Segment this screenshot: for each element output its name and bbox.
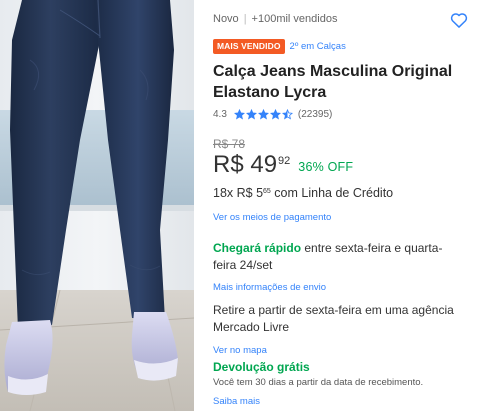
payment-methods-link[interactable]: Ver os meios de pagamento [213, 212, 331, 223]
product-image[interactable] [0, 0, 194, 411]
current-price: R$ 49 [213, 151, 278, 178]
star-icon [257, 109, 269, 120]
star-icon [281, 109, 293, 120]
view-map-link[interactable]: Ver no mapa [213, 345, 267, 356]
shipping-text: Chegará rápido entre sexta-feira e quart… [213, 240, 463, 274]
returns-text: Você tem 30 dias a partir da data de rec… [213, 377, 424, 388]
shipping-info-link[interactable]: Mais informações de envio [213, 282, 326, 293]
installments-method: com Linha de Crédito [270, 186, 394, 200]
returns-block: Devolução grátis Você tem 30 dias a part… [213, 360, 463, 409]
best-seller-row: MAIS VENDIDO 2º em Calças [213, 39, 346, 54]
favorite-button[interactable] [449, 10, 469, 30]
star-icon [245, 109, 257, 120]
jeans-product-photo [0, 0, 194, 411]
meta-separator: | [243, 13, 247, 25]
shipping-highlight: Chegará rápido [213, 241, 302, 255]
returns-title: Devolução grátis [213, 360, 310, 374]
product-title: Calça Jeans Masculina Original Elastano … [213, 63, 453, 101]
star-rating [233, 109, 293, 120]
product-info-panel: Novo | +100mil vendidos MAIS VENDIDO 2º em… [213, 0, 475, 411]
best-seller-badge: MAIS VENDIDO [213, 39, 285, 54]
returns-learn-more-link[interactable]: Saiba mais [213, 396, 260, 407]
star-icon [269, 109, 281, 120]
rating-score: 4.3 [213, 109, 227, 120]
category-ranking-link[interactable]: 2º em Calças [290, 41, 346, 52]
payment-methods-block: Ver os meios de pagamento [213, 207, 463, 225]
shipping-block: Chegará rápido entre sexta-feira e quart… [213, 240, 463, 295]
discount-label: 36% OFF [298, 160, 354, 174]
condition-label: Novo [213, 13, 239, 25]
current-price-cents: 92 [278, 155, 291, 167]
sold-count: +100mil vendidos [251, 13, 338, 25]
product-meta: Novo | +100mil vendidos [213, 12, 337, 26]
installments-info: 18x R$ 565 com Linha de Crédito [213, 186, 393, 200]
pickup-block: Retire a partir de sexta-feira em uma ag… [213, 302, 463, 358]
rating-row[interactable]: 4.3 (22395) [213, 109, 332, 120]
installments-amount: 18x R$ 5 [213, 186, 264, 200]
price-row: R$ 49 92 36% OFF [213, 151, 353, 179]
original-price: R$ 78 [213, 137, 246, 151]
heart-outline-icon [450, 13, 468, 28]
installments-cents: 65 [263, 188, 271, 195]
pickup-text: Retire a partir de sexta-feira em uma ag… [213, 303, 454, 334]
star-icon [233, 109, 245, 120]
review-count: (22395) [297, 109, 333, 120]
